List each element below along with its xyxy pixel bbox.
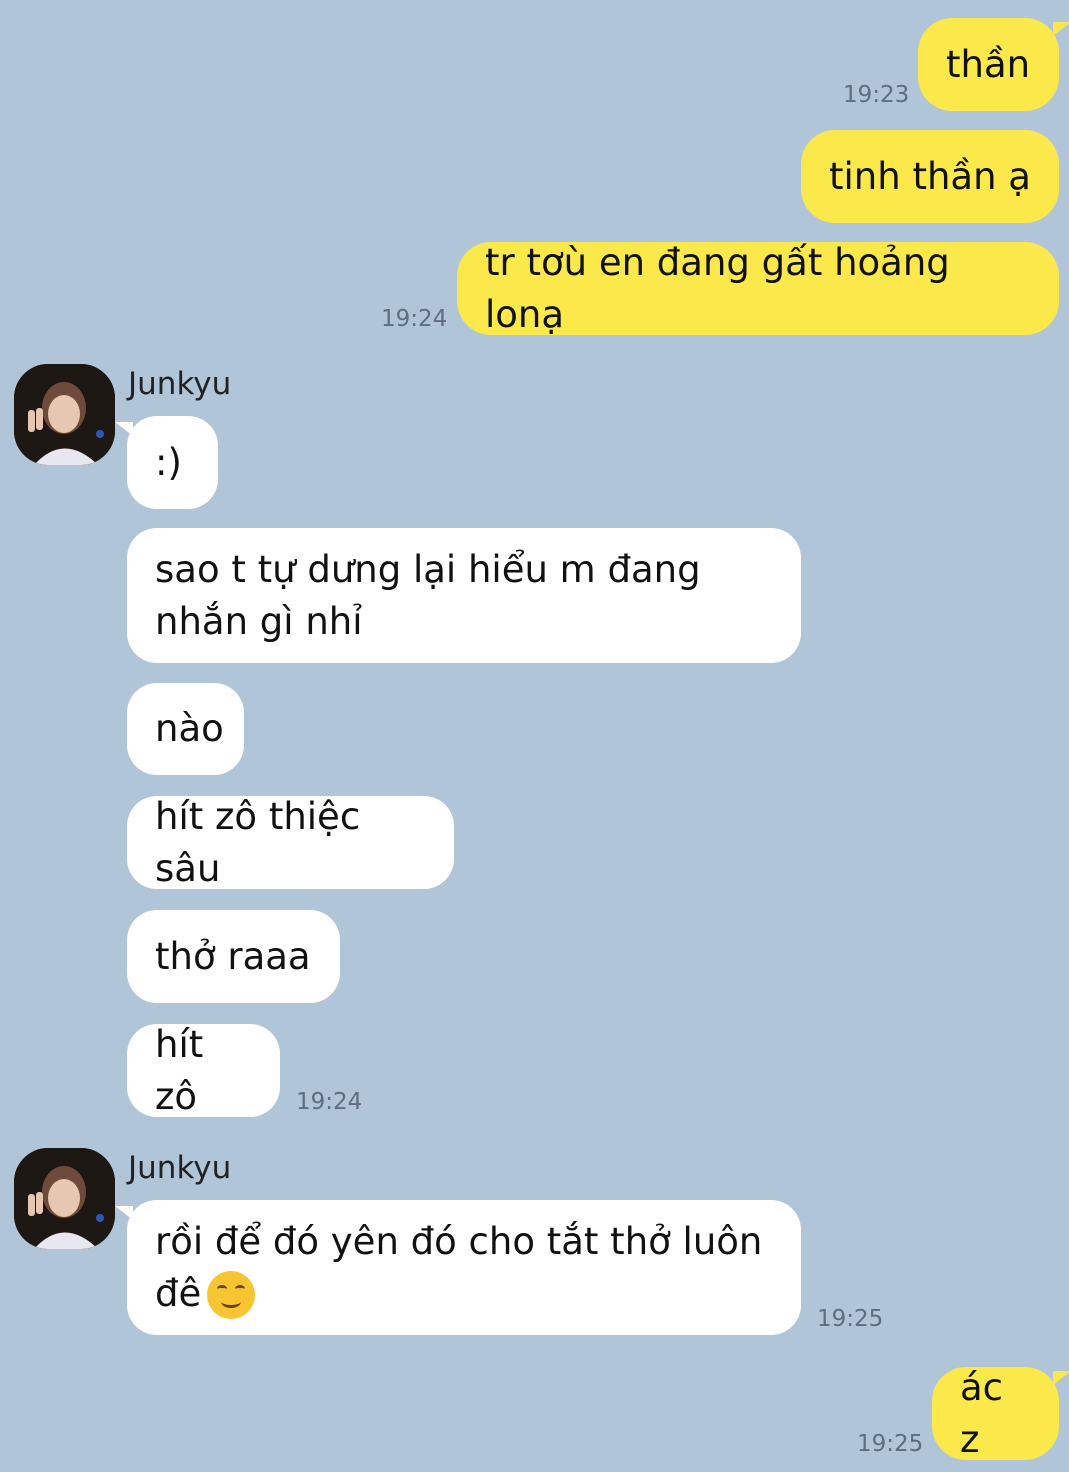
message-text: :) — [155, 440, 182, 484]
incoming-message[interactable]: thở raaa — [127, 910, 340, 1003]
incoming-message[interactable]: nào — [127, 683, 244, 775]
incoming-message[interactable]: hít zô — [127, 1023, 280, 1118]
message-timestamp: 19:24 — [381, 306, 448, 332]
message-text: ác z — [960, 1365, 1015, 1461]
incoming-message[interactable]: hít zô thiệc sâu — [127, 795, 454, 890]
incoming-message[interactable]: :) — [127, 416, 218, 509]
message-text: hít zô — [155, 1022, 216, 1118]
smiling-hugging-face-emoji-icon — [207, 1271, 256, 1319]
message-text: tr tơù en đang gất hoảng lonạ — [485, 240, 962, 336]
message-timestamp: 19:25 — [857, 1431, 924, 1457]
message-text: nào — [155, 707, 224, 750]
incoming-message[interactable]: rồi để đó yên đó cho tắt thở luôn đê — [127, 1200, 801, 1335]
avatar-photo-icon — [14, 364, 115, 465]
message-timestamp: 19:25 — [817, 1306, 884, 1332]
bubble-tail — [1053, 1371, 1069, 1385]
outgoing-message[interactable]: thần — [918, 18, 1059, 111]
message-text: thần — [946, 42, 1031, 86]
avatar-photo-icon — [14, 1148, 115, 1249]
bubble-tail — [1053, 22, 1069, 36]
chat-screen: { "contact": {"name": "Junkyu"}, "messag… — [0, 0, 1069, 1472]
contact-avatar[interactable] — [14, 1148, 115, 1249]
outgoing-message[interactable]: tr tơù en đang gất hoảng lonạ — [457, 241, 1059, 336]
sender-name: Junkyu — [128, 366, 232, 402]
message-text: thở raaa — [155, 934, 311, 978]
message-text: hít zô thiệc sâu — [155, 794, 372, 890]
bubble-tail — [115, 422, 133, 436]
outgoing-message[interactable]: tinh thần ạ — [801, 130, 1059, 223]
message-text: tinh thần ạ — [829, 154, 1031, 198]
message-text: rồi để đó yên đó cho tắt thở luôn đê — [155, 1216, 762, 1320]
outgoing-message[interactable]: ác z — [932, 1366, 1059, 1461]
contact-avatar[interactable] — [14, 364, 115, 465]
bubble-tail — [115, 1206, 133, 1220]
message-timestamp: 19:23 — [843, 82, 910, 108]
sender-name: Junkyu — [128, 1150, 232, 1186]
message-text: sao t tự dưng lại hiểu m đang nhắn gì nh… — [155, 547, 701, 643]
message-timestamp: 19:24 — [296, 1089, 363, 1115]
incoming-message[interactable]: sao t tự dưng lại hiểu m đang nhắn gì nh… — [127, 528, 801, 663]
